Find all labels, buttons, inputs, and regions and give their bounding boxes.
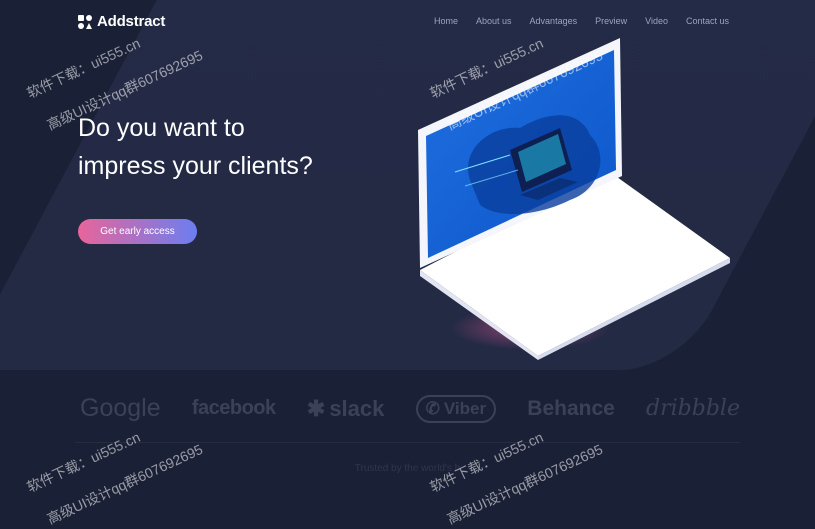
partner-logos: Google facebook ✱ slack ✆ Viber Behance … [80, 394, 740, 423]
logo[interactable]: Addstract [78, 13, 165, 30]
slack-icon: ✱ [306, 395, 326, 421]
hero-title-line1: Do you want to [78, 114, 245, 142]
nav-video[interactable]: Video [645, 16, 668, 26]
nav-about[interactable]: About us [476, 16, 512, 26]
viber-label: Viber [443, 398, 487, 418]
nav-home[interactable]: Home [434, 16, 458, 26]
viber-logo: ✆ Viber [415, 394, 497, 423]
watermark: 软件下载：ui555.cn [24, 428, 143, 496]
main-nav: Home About us Advantages Preview Video C… [416, 16, 729, 26]
section-divider [75, 442, 740, 443]
facebook-logo: facebook [191, 397, 276, 419]
nav-preview[interactable]: Preview [595, 16, 627, 26]
watermark: 软件下载：ui555.cn [427, 428, 546, 496]
get-early-access-button[interactable]: Get early access [78, 219, 197, 244]
hero-title: Do you want to impress your clients? [78, 109, 398, 185]
logo-text: Addstract [97, 13, 166, 30]
slack-label: slack [329, 395, 385, 421]
dribbble-logo: dribbble [646, 396, 740, 421]
laptop-illustration [418, 38, 730, 360]
hero-title-line2: impress your clients? [78, 152, 313, 180]
behance-logo: Behance [527, 396, 615, 420]
google-logo: Google [80, 394, 161, 422]
nav-contact[interactable]: Contact us [686, 16, 729, 26]
nav-advantages[interactable]: Advantages [530, 16, 578, 26]
watermark: 高级UI设计qq群607692695 [44, 440, 206, 528]
phone-icon: ✆ [425, 398, 440, 418]
watermark: 高级UI设计qq群607692695 [444, 440, 606, 528]
slack-logo: ✱ slack [307, 396, 385, 422]
trusted-by-text: Trusted by the world's b [354, 463, 461, 474]
logo-icon [78, 14, 92, 29]
